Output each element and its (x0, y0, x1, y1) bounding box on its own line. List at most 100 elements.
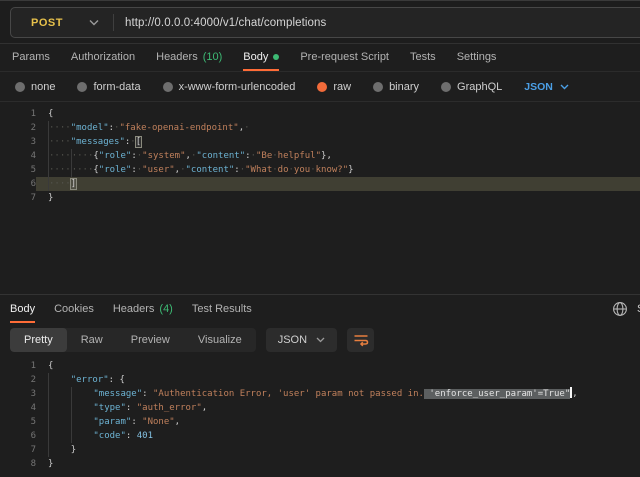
radio-icon (15, 82, 25, 92)
code-line[interactable]: 6 "code": 401 (0, 429, 640, 443)
code-line[interactable]: 7} (0, 191, 640, 205)
code-line[interactable]: 1{ (0, 359, 640, 373)
tab-label: Body (243, 51, 268, 63)
radio-icon (77, 82, 87, 92)
response-tab-cookies[interactable]: Cookies (54, 295, 94, 323)
line-number: 5 (0, 415, 36, 429)
radio-label: x-www-form-urlencoded (179, 81, 296, 93)
wrap-lines-button[interactable] (347, 328, 374, 352)
code-line[interactable]: 4········{"role":·"system",·"content":·"… (0, 149, 640, 163)
line-number: 2 (0, 121, 36, 135)
tab-label: Headers (156, 51, 198, 63)
tab-label: Authorization (71, 51, 135, 63)
code-text: "type": "auth_error", (36, 401, 640, 415)
bodytype-raw-radio[interactable]: raw (317, 81, 351, 93)
radio-selected-icon (317, 82, 327, 92)
code-line[interactable]: 2····"model":·"fake-openai-endpoint",· (0, 121, 640, 135)
tab-authorization[interactable]: Authorization (71, 44, 135, 71)
code-line[interactable]: 4 "type": "auth_error", (0, 401, 640, 415)
tab-label: Test Results (192, 303, 252, 315)
headers-count: (10) (203, 51, 223, 63)
response-tab-body[interactable]: Body (10, 295, 35, 323)
chevron-down-icon (560, 84, 569, 90)
line-number: 4 (0, 149, 36, 163)
request-language-dropdown[interactable]: JSON (524, 81, 569, 93)
response-tab-headers[interactable]: Headers (4) (113, 295, 173, 323)
code-line[interactable]: 8} (0, 457, 640, 471)
tab-label: Body (10, 303, 35, 315)
code-text: ········{"role":·"user",·"content":·"Wha… (36, 163, 640, 177)
response-tabs: Body Cookies Headers (4) Test Results S (0, 294, 640, 323)
request-body-editor[interactable]: 1{2····"model":·"fake-openai-endpoint",·… (0, 101, 640, 294)
language-label: JSON (524, 81, 553, 93)
view-raw-button[interactable]: Raw (67, 328, 117, 352)
line-number: 1 (0, 359, 36, 373)
code-line[interactable]: 6····] (0, 177, 640, 191)
tab-settings[interactable]: Settings (457, 44, 497, 71)
code-text: ····"model":·"fake-openai-endpoint",· (36, 121, 640, 135)
code-text: } (36, 457, 640, 471)
code-text: ········{"role":·"system",·"content":·"B… (36, 149, 640, 163)
code-line[interactable]: 5········{"role":·"user",·"content":·"Wh… (0, 163, 640, 177)
line-number: 4 (0, 401, 36, 415)
code-text: ····"messages":·[ (36, 135, 640, 149)
code-text: "error": { (36, 373, 640, 387)
view-pretty-button[interactable]: Pretty (10, 328, 67, 352)
url-input[interactable]: http://0.0.0.0:4000/v1/chat/completions (114, 17, 326, 29)
code-text: "message": "Authentication Error, 'user'… (36, 387, 640, 401)
tab-label: Settings (457, 51, 497, 63)
code-line[interactable]: 3 "message": "Authentication Error, 'use… (0, 387, 640, 401)
language-label: JSON (278, 334, 307, 346)
view-switcher: Pretty Raw Preview Visualize (10, 328, 256, 352)
tab-tests[interactable]: Tests (410, 44, 436, 71)
tab-body[interactable]: Body (243, 44, 279, 71)
code-text: "param": "None", (36, 415, 640, 429)
code-line[interactable]: 1{ (0, 107, 640, 121)
tab-label: Pre-request Script (300, 51, 389, 63)
code-text: { (36, 107, 640, 121)
line-number: 6 (0, 429, 36, 443)
postman-request-window: POST http://0.0.0.0:4000/v1/chat/complet… (0, 0, 640, 477)
bodytype-none-radio[interactable]: none (15, 81, 55, 93)
view-preview-button[interactable]: Preview (117, 328, 184, 352)
body-type-row: none form-data x-www-form-urlencoded raw… (0, 72, 640, 101)
code-line[interactable]: 5 "param": "None", (0, 415, 640, 429)
selected-text: 'enforce_user_param'=True" (424, 389, 570, 399)
headers-count: (4) (159, 303, 172, 315)
radio-label: form-data (93, 81, 140, 93)
modified-dot-icon (273, 54, 279, 60)
bodytype-form-data-radio[interactable]: form-data (77, 81, 140, 93)
wrap-text-icon (353, 333, 369, 347)
line-number: 1 (0, 107, 36, 121)
response-body-editor[interactable]: 1{2 "error": {3 "message": "Authenticati… (0, 356, 640, 477)
tab-pre-request-script[interactable]: Pre-request Script (300, 44, 389, 71)
line-number: 8 (0, 457, 36, 471)
line-number: 3 (0, 135, 36, 149)
code-line[interactable]: 3····"messages":·[ (0, 135, 640, 149)
chevron-down-icon (316, 337, 325, 343)
code-line[interactable]: 7 } (0, 443, 640, 457)
request-url-bar: POST http://0.0.0.0:4000/v1/chat/complet… (10, 7, 640, 38)
tab-label: Tests (410, 51, 436, 63)
bodytype-urlencoded-radio[interactable]: x-www-form-urlencoded (163, 81, 296, 93)
method-dropdown[interactable]: POST (11, 17, 113, 29)
globe-icon (612, 301, 628, 317)
bodytype-binary-radio[interactable]: binary (373, 81, 419, 93)
code-text: ····] (36, 177, 640, 191)
tab-label: Headers (113, 303, 155, 315)
method-label: POST (31, 17, 63, 29)
code-line[interactable]: 2 "error": { (0, 373, 640, 387)
response-meta: S (612, 295, 640, 323)
view-visualize-button[interactable]: Visualize (184, 328, 256, 352)
tab-params[interactable]: Params (12, 44, 50, 71)
bodytype-graphql-radio[interactable]: GraphQL (441, 81, 502, 93)
radio-label: GraphQL (457, 81, 502, 93)
tab-headers[interactable]: Headers (10) (156, 44, 222, 71)
request-tabs: Params Authorization Headers (10) Body Pr… (0, 44, 640, 72)
response-tab-test-results[interactable]: Test Results (192, 295, 252, 323)
response-language-dropdown[interactable]: JSON (266, 328, 337, 352)
tab-label: Params (12, 51, 50, 63)
radio-label: none (31, 81, 55, 93)
line-number: 6 (0, 177, 36, 191)
code-text: "code": 401 (36, 429, 640, 443)
